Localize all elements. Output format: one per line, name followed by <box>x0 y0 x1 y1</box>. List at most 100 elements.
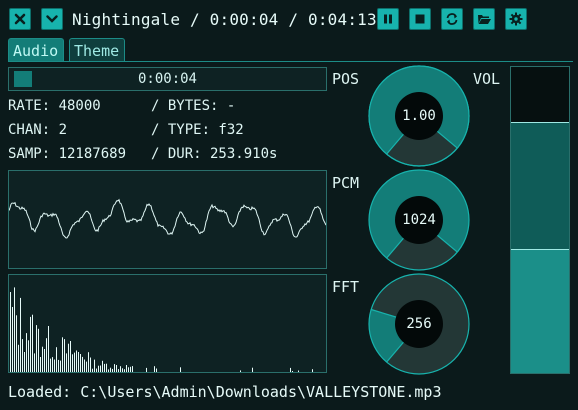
spectrum-bar <box>94 359 95 372</box>
spectrum-bar <box>72 354 73 372</box>
pcm-label: PCM <box>332 174 360 192</box>
spectrum-bar <box>52 357 53 372</box>
volume-slider-lower <box>511 249 569 373</box>
spectrum-bar <box>120 366 121 372</box>
spectrum-bar <box>116 365 117 372</box>
spectrum-bar <box>12 307 13 372</box>
spectrum-bar <box>38 328 39 372</box>
spectrum-bar <box>16 315 17 372</box>
tab-audio[interactable]: Audio <box>8 38 64 62</box>
spectrum-bar <box>110 367 111 372</box>
tab-theme[interactable]: Theme <box>69 38 125 62</box>
spectrum-bar <box>104 363 105 372</box>
spectrum-bar <box>102 360 103 372</box>
spectrum-bar <box>108 369 109 372</box>
spectrum-bar <box>54 359 55 372</box>
spectrum-bar <box>62 337 63 372</box>
spectrum-bar <box>14 287 15 372</box>
spectrum-bar <box>290 367 291 372</box>
info-channels: CHAN: 2 <box>8 122 68 138</box>
volume-slider[interactable] <box>510 66 570 374</box>
spectrum-bar <box>40 357 41 372</box>
spectrum-bar <box>114 364 115 372</box>
volume-slider-handle[interactable] <box>511 122 569 123</box>
spectrum-bar <box>146 367 147 372</box>
spectrum-bar <box>64 339 65 372</box>
spectrum-bar <box>44 349 45 372</box>
spectrum-bar <box>82 356 83 372</box>
chevron-down-icon <box>46 15 58 23</box>
spectrum-bar <box>156 368 157 372</box>
fft-knob[interactable]: 256 <box>368 273 470 375</box>
spectrum-bar <box>96 368 97 372</box>
close-button[interactable] <box>9 8 31 30</box>
info-duration: / DUR: 253.910s <box>151 146 278 162</box>
spectrum-bar <box>154 366 155 372</box>
spectrum-bar <box>68 343 69 372</box>
spectrum-bar <box>92 368 93 372</box>
seek-time-label: 0:00:04 <box>137 71 197 87</box>
spectrum-plot <box>10 287 313 372</box>
spectrum-bar <box>26 333 27 372</box>
spectrum-bar <box>48 326 49 372</box>
spectrum-bar <box>20 297 21 372</box>
spectrum-bar <box>86 361 87 372</box>
spectrum-bar <box>122 368 123 372</box>
menu-dropdown-button[interactable] <box>41 8 63 30</box>
folder-open-icon <box>477 15 491 24</box>
spectrum-bar <box>50 358 51 372</box>
spectrum-bar <box>78 352 79 372</box>
spectrum-bar <box>84 359 85 372</box>
info-samples: SAMP: 12187689 <box>8 146 127 162</box>
settings-button[interactable] <box>505 8 527 30</box>
spectrum-bar <box>298 370 299 372</box>
close-icon <box>14 13 26 25</box>
spectrum-bar <box>42 346 43 372</box>
spectrum-bar <box>292 371 293 372</box>
pos-knob-value: 1.00 <box>402 108 436 124</box>
stop-icon <box>415 14 425 24</box>
spectrum-bar <box>58 359 59 372</box>
info-rate: RATE: 48000 <box>8 98 101 114</box>
spectrum-bar <box>46 338 47 372</box>
stop-button[interactable] <box>409 8 431 30</box>
pos-knob[interactable]: 1.00 <box>368 65 470 167</box>
repeat-icon <box>446 13 458 25</box>
spectrum-bar <box>56 347 57 372</box>
status-text: Loaded: C:\Users\Admin\Downloads\VALLEYS… <box>8 383 442 401</box>
gear-icon <box>509 12 523 26</box>
spectrum-bar <box>22 339 23 372</box>
waveform-panel <box>8 170 327 269</box>
spectrum-bar <box>106 363 107 372</box>
spectrum-bar <box>80 354 81 372</box>
seek-bar[interactable]: 0:00:04 <box>8 67 327 91</box>
spectrum-bar <box>24 352 25 372</box>
spectrum-bar <box>32 314 33 372</box>
pause-icon <box>384 14 392 24</box>
spectrum-bar <box>18 344 19 372</box>
open-file-button[interactable] <box>473 8 495 30</box>
vol-label: VOL <box>473 70 501 88</box>
spectrum-bar <box>60 360 61 372</box>
spectrum-bar <box>98 365 99 372</box>
pause-button[interactable] <box>377 8 399 30</box>
tab-divider <box>8 61 573 62</box>
spectrum-bar <box>312 369 313 372</box>
pcm-knob-value: 1024 <box>402 212 436 228</box>
pos-label: POS <box>332 70 360 88</box>
spectrum-bar <box>240 370 241 372</box>
spectrum-bar <box>180 367 181 372</box>
repeat-button[interactable] <box>441 8 463 30</box>
pcm-knob[interactable]: 1024 <box>368 169 470 271</box>
spectrum-bar <box>66 353 67 372</box>
spectrum-bar <box>112 368 113 372</box>
spectrum-bar <box>128 367 129 372</box>
window-title: Nightingale / 0:00:04 / 0:04:13 <box>72 10 377 29</box>
spectrum-panel <box>8 274 327 373</box>
spectrum-bar <box>100 365 101 372</box>
spectrum-bar <box>36 325 37 372</box>
spectrum-bar <box>76 350 77 372</box>
spectrum-bar <box>74 352 75 372</box>
spectrum-bar <box>126 365 127 372</box>
spectrum-bar <box>28 340 29 372</box>
